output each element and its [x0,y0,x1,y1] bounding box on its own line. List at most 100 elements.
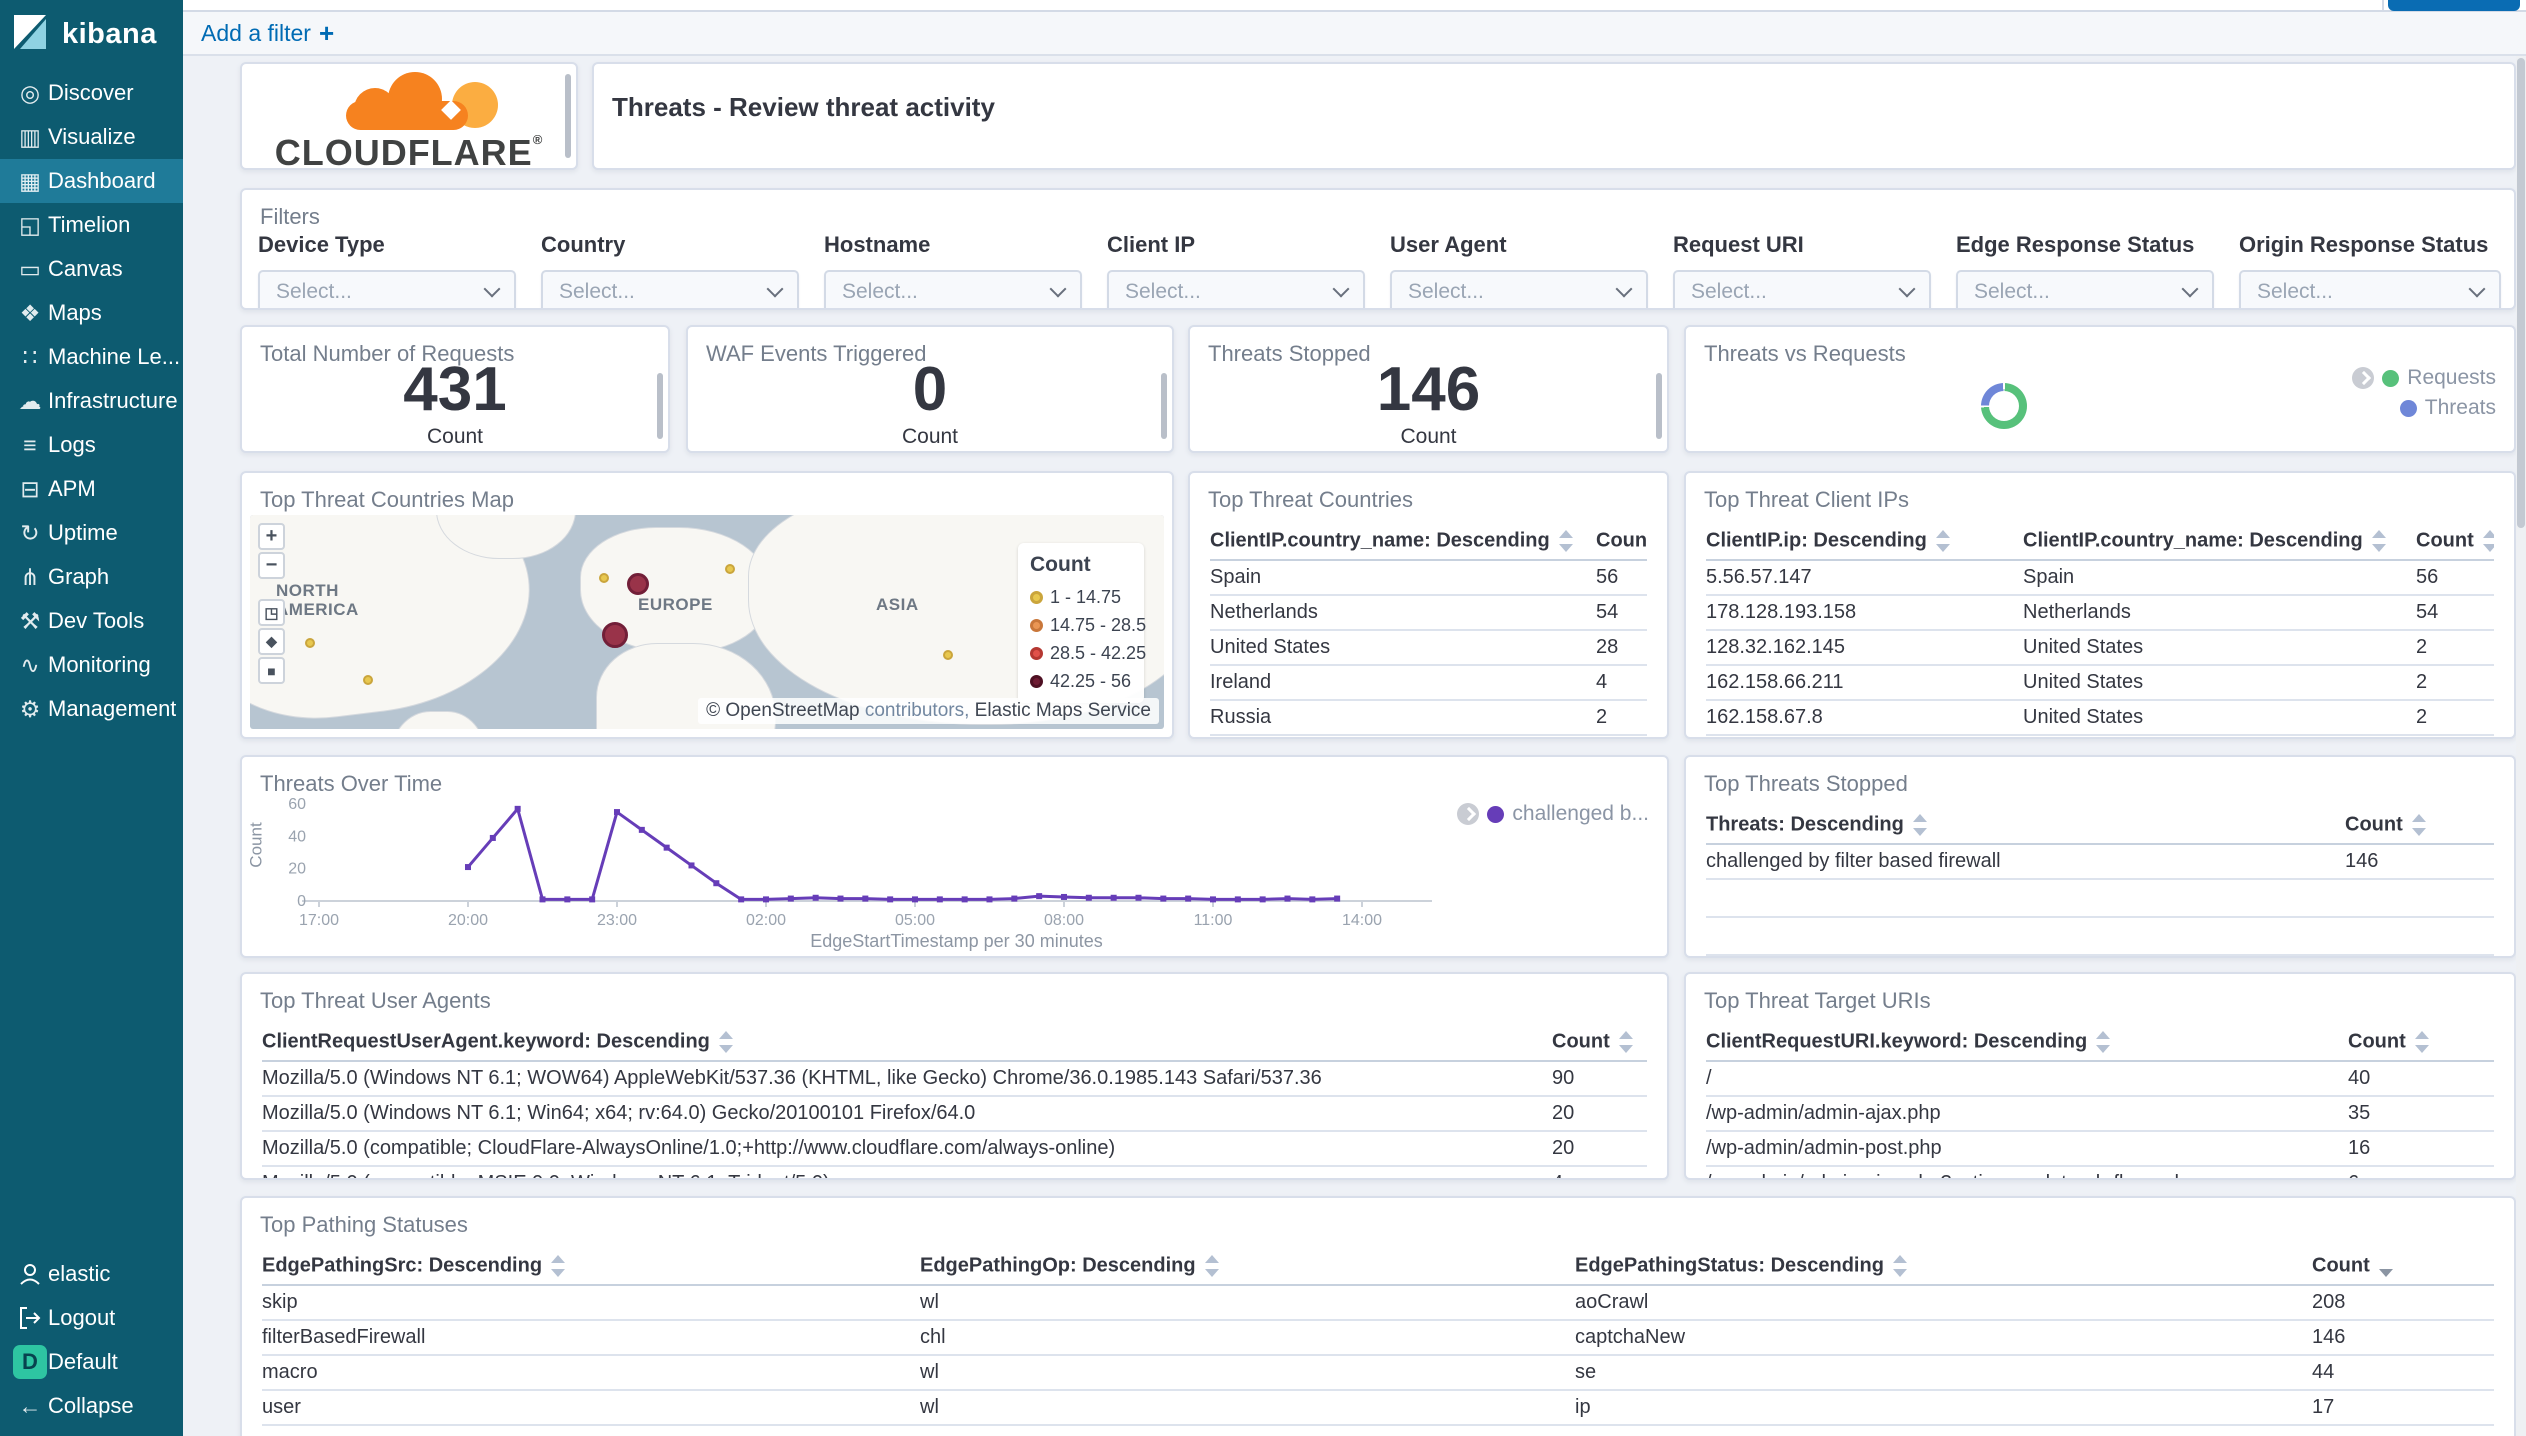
legend-expand-icon[interactable] [1457,803,1480,825]
panel-title: Top Threat Countries Map [260,487,514,512]
map-bubble-us-west[interactable] [305,638,315,648]
map-bubble-china[interactable] [943,650,953,660]
svg-text:08:00: 08:00 [1044,912,1084,929]
sidebar-item-dashboard[interactable]: ▦ Dashboard [0,159,183,203]
legend-item-requests[interactable]: Requests [2352,365,2496,391]
panel-scrollbar[interactable] [1656,373,1662,439]
map-bubble-us-south[interactable] [363,675,373,685]
column-header[interactable]: EdgePathingStatus: Descending [1575,1254,2312,1278]
column-header[interactable]: ClientIP.country_name: Descending [1210,529,1596,553]
panel-top-threat-countries: Top Threat Countries ClientIP.country_na… [1188,471,1669,739]
map-attribution[interactable]: © OpenStreetMap contributors, Elastic Ma… [698,698,1159,724]
legend-expand-icon[interactable] [2352,367,2375,389]
column-header[interactable]: Count [1552,1030,1647,1054]
sidebar-item-timelion[interactable]: ◱ Timelion [0,203,183,247]
filter-bar: Add a filter + [183,12,2526,56]
svg-text:40: 40 [288,828,306,845]
sidebar-item-uptime[interactable]: ↻ Uptime [0,511,183,555]
gear-icon: ⚙ [19,695,41,722]
table-row: /wp-admin/admin-ajax.php 35 [1706,1097,2494,1132]
cloud-icon: ☁ [18,387,42,414]
column-header[interactable]: ClientRequestUserAgent.keyword: Descendi… [262,1030,1552,1054]
maps-icon: ❖ [19,299,41,326]
chevron-down-icon [1615,280,1633,298]
user-agent-select[interactable]: Select... [1390,270,1648,308]
panel-scrollbar[interactable] [1161,373,1167,439]
column-header[interactable]: ClientIP.country_name: Descending [2023,529,2416,553]
sidebar-item-management[interactable]: ⚙ Management [0,687,183,731]
legend-dot [1030,618,1043,632]
map-bubble-spain[interactable] [602,622,628,648]
table-row: Mozilla/5.0 (compatible; CloudFlare-Alwa… [262,1132,1647,1167]
sidebar-nav: ◎ Discover ▥ Visualize ▦ Dashboard ◱ Timelio… [0,71,183,731]
sort-icon [1912,813,1928,837]
sidebar-item-canvas[interactable]: ▭ Canvas [0,247,183,291]
filter-edge-response-status: Edge Response Status Select... [1956,232,2214,308]
column-header[interactable]: Count [2348,1030,2494,1054]
sidebar-item-maps[interactable]: ❖ Maps [0,291,183,335]
column-header[interactable]: Count [2345,813,2494,837]
column-header[interactable]: Threats: Descending [1706,813,2345,837]
panel-top-threat-client-ips: Top Threat Client IPs ClientIP.ip: Desce… [1684,471,2516,739]
map-bubble-russia[interactable] [725,564,735,574]
cloudflare-logo: CLOUDFLARE® [264,72,554,168]
panel-scrollbar[interactable] [657,373,663,439]
panel-scrollbar[interactable] [565,74,571,158]
dashboard-content: CLOUDFLARE® Threats - Review threat acti… [183,56,2526,1436]
column-header[interactable]: ClientRequestURI.keyword: Descending [1706,1030,2348,1054]
column-header[interactable]: ClientIP.ip: Descending [1706,529,2023,553]
legend-item-challenged[interactable]: challenged b... [1457,801,1649,827]
threats-vs-requests-donut[interactable] [1981,383,2027,429]
sidebar-item-machine-learning[interactable]: ∷ Machine Le... [0,335,183,379]
scrollbar-thumb[interactable] [2517,58,2525,528]
polygon-tool-button[interactable]: ◆ [258,628,285,655]
sidebar-item-monitoring[interactable]: ∿ Monitoring [0,643,183,687]
crop-tool-button[interactable]: ◳ [258,599,285,626]
sidebar-item-collapse[interactable]: ← Collapse [0,1384,183,1428]
country-select[interactable]: Select... [541,270,799,308]
window-scrollbar[interactable] [2516,56,2526,1436]
map-viewport[interactable]: NORTH AMERICA EUROPE ASIA + − ◳ ◆ ■ Coun… [250,515,1164,729]
sidebar-item-graph[interactable]: ⋔ Graph [0,555,183,599]
map-bubble-ireland[interactable] [599,573,609,583]
edge-response-status-select[interactable]: Select... [1956,270,2214,308]
column-header[interactable]: EdgePathingSrc: Descending [262,1254,920,1278]
zoom-in-button[interactable]: + [258,523,285,550]
space-badge: D [12,1345,48,1379]
origin-response-status-select[interactable]: Select... [2239,270,2501,308]
sidebar-item-logs[interactable]: ≡ Logs [0,423,183,467]
client-ip-select[interactable]: Select... [1107,270,1365,308]
table-row: Mozilla/5.0 (compatible; MSIE 9.0; Windo… [262,1167,1647,1178]
kibana-logo[interactable]: kibana [0,0,183,71]
chevron-down-icon [2181,280,2199,298]
sidebar-item-infrastructure[interactable]: ☁ Infrastructure [0,379,183,423]
challenged-legend-dot [1487,805,1505,823]
update-button-fragment[interactable] [2388,0,2520,11]
panel-title: Threats vs Requests [1704,341,1906,366]
panel-title: Top Threat User Agents [260,988,491,1013]
sidebar-item-elastic-user[interactable]: elastic [0,1252,183,1296]
sidebar-item-dev-tools[interactable]: ⚒ Dev Tools [0,599,183,643]
top-threat-client-ips-table: ClientIP.ip: Descending ClientIP.country… [1706,523,2494,736]
sidebar-item-visualize[interactable]: ▥ Visualize [0,115,183,159]
sidebar-item-discover[interactable]: ◎ Discover [0,71,183,115]
map-bubble-netherlands[interactable] [627,573,649,595]
column-header[interactable]: Count [2312,1254,2494,1278]
legend-dot [1030,674,1043,688]
legend-item-threats[interactable]: Threats [2399,395,2496,421]
column-header[interactable]: Count [2416,529,2494,553]
request-uri-select[interactable]: Select... [1673,270,1931,308]
zoom-out-button[interactable]: − [258,552,285,579]
device-type-select[interactable]: Select... [258,270,516,308]
column-header[interactable]: EdgePathingOp: Descending [920,1254,1575,1278]
sidebar-item-logout[interactable]: Logout [0,1296,183,1340]
dashboard-icon: ▦ [19,167,41,194]
column-header[interactable]: Count [1596,529,1647,553]
rectangle-tool-button[interactable]: ■ [258,657,285,684]
hostname-select[interactable]: Select... [824,270,1082,308]
query-bar-divider [2382,0,2384,10]
add-filter-button[interactable]: Add a filter + [201,18,334,49]
sidebar-item-space-default[interactable]: D Default [0,1340,183,1384]
chevron-down-icon [1898,280,1916,298]
sidebar-item-apm[interactable]: ⊟ APM [0,467,183,511]
